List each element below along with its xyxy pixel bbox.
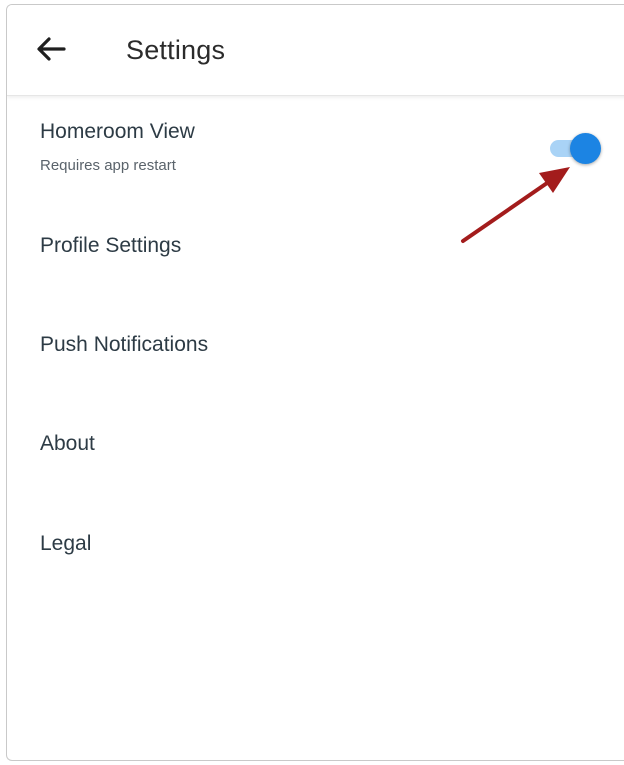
setting-homeroom-view[interactable]: Homeroom View Requires app restart: [7, 95, 624, 200]
homeroom-view-label: Homeroom View: [40, 120, 195, 143]
setting-push-notifications[interactable]: Push Notifications: [7, 300, 624, 400]
setting-about[interactable]: About: [7, 400, 624, 500]
setting-legal[interactable]: Legal: [7, 500, 624, 600]
setting-profile-settings[interactable]: Profile Settings: [7, 200, 624, 300]
settings-screen: Settings Homeroom View Requires app rest…: [6, 4, 624, 761]
back-button[interactable]: [33, 31, 69, 67]
push-notifications-label: Push Notifications: [40, 333, 209, 356]
profile-settings-label: Profile Settings: [40, 234, 182, 257]
homeroom-view-subtitle: Requires app restart: [40, 157, 176, 174]
toggle-thumb: [570, 133, 601, 164]
app-bar: Settings: [7, 5, 624, 96]
legal-label: Legal: [40, 532, 92, 555]
homeroom-view-toggle[interactable]: [550, 133, 602, 164]
page-title: Settings: [126, 35, 226, 65]
about-label: About: [40, 432, 95, 455]
arrow-left-icon: [37, 37, 66, 61]
